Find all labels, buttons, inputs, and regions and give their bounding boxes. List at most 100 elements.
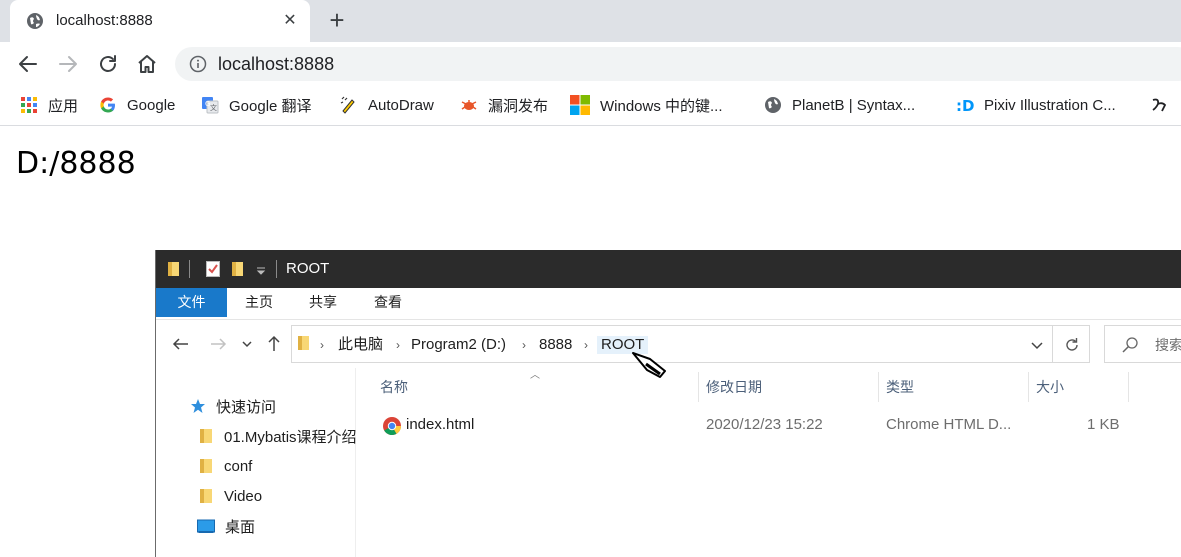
customize-toolbar-icon[interactable] <box>256 267 266 275</box>
forward-arrow-icon <box>59 56 77 72</box>
bookmark-vuln-release[interactable]: 漏洞发布 <box>460 94 548 116</box>
close-tab-icon[interactable]: ✕ <box>280 11 300 31</box>
column-divider[interactable] <box>878 372 879 402</box>
svg-text::D: :D <box>956 97 974 114</box>
bug-icon <box>461 100 477 110</box>
browser-tab[interactable]: localhost:8888 ✕ <box>10 0 310 42</box>
file-size: 1 KB <box>1087 416 1120 433</box>
bookmark-label: Windows 中的键... <box>600 97 723 115</box>
google-translate-icon: G 文 <box>202 97 219 114</box>
explorer-search-box[interactable]: 搜索 <box>1104 325 1181 363</box>
bookmark-label: 漏洞发布 <box>488 97 549 115</box>
file-type: Chrome HTML D... <box>886 416 1012 433</box>
tab-title: localhost:8888 <box>56 12 153 29</box>
breadcrumb-8888[interactable]: 8888 <box>539 336 572 354</box>
ribbon-tab-home[interactable]: 主页 <box>230 288 288 317</box>
properties-icon[interactable] <box>206 261 220 277</box>
forward-arrow-icon[interactable] <box>208 334 228 354</box>
pixiv-icon: :D <box>956 97 974 114</box>
column-header-size[interactable]: 大小 <box>1036 378 1064 396</box>
column-divider[interactable] <box>1128 372 1129 402</box>
refresh-button[interactable] <box>1052 325 1090 363</box>
browser-toolbar: localhost:8888 <box>0 42 1181 86</box>
bookmark-label: Google <box>127 96 176 114</box>
explorer-title-bar: ROOT <box>156 250 1181 288</box>
nav-item-label: conf <box>224 457 253 475</box>
bookmark-label: 应用 <box>48 97 79 115</box>
recent-locations-icon[interactable] <box>240 334 254 354</box>
breadcrumb-this-pc[interactable]: 此电脑 <box>338 336 383 354</box>
column-header-modified[interactable]: 修改日期 <box>706 378 762 396</box>
column-header-name[interactable]: 名称 <box>380 378 408 396</box>
back-arrow-icon[interactable] <box>171 334 191 354</box>
chevron-right-icon[interactable]: › <box>396 336 400 354</box>
home-icon <box>138 55 156 73</box>
reload-button[interactable] <box>96 52 120 76</box>
folder-icon <box>200 429 212 443</box>
chevron-right-icon[interactable]: › <box>320 336 324 354</box>
bookmark-apps[interactable]: 应用 <box>20 94 78 116</box>
ribbon-tab-share[interactable]: 共享 <box>294 288 352 317</box>
nav-item-label: 快速访问 <box>216 398 277 416</box>
bookmark-autodraw[interactable]: AutoDraw <box>340 94 434 116</box>
file-explorer-window: ROOT 文件 主页 共享 查看 › 此电脑 › Program2 (D:) ›… <box>155 250 1181 557</box>
nav-item-quick-access[interactable]: 快速访问 <box>190 395 276 417</box>
apps-grid-icon <box>21 97 37 113</box>
info-icon[interactable] <box>189 55 207 73</box>
search-icon <box>1122 337 1138 353</box>
bookmark-overflow[interactable] <box>1150 94 1178 116</box>
new-folder-icon[interactable] <box>232 261 244 277</box>
search-placeholder: 搜索 <box>1155 337 1181 353</box>
chevron-down-icon[interactable] <box>1030 338 1044 352</box>
bookmark-google-translate[interactable]: G 文 Google 翻译 <box>201 94 312 116</box>
svg-text:文: 文 <box>210 103 217 112</box>
forward-button[interactable] <box>56 52 80 76</box>
bookmark-google[interactable]: Google <box>99 94 175 116</box>
nav-item-label: 桌面 <box>225 518 256 536</box>
star-icon <box>191 399 205 413</box>
address-text: localhost:8888 <box>218 54 335 74</box>
chevron-right-icon[interactable]: › <box>584 336 588 354</box>
refresh-icon <box>1066 338 1078 351</box>
nav-item-conf[interactable]: conf <box>200 455 252 477</box>
up-arrow-icon[interactable] <box>264 334 284 354</box>
home-button[interactable] <box>135 52 159 76</box>
bookmark-label: Google 翻译 <box>229 97 312 115</box>
globe-icon <box>27 13 43 29</box>
nav-item-mybatis[interactable]: 01.Mybatis课程介绍 <box>200 425 357 447</box>
chrome-icon <box>383 417 401 436</box>
separator <box>189 260 190 278</box>
column-header-type[interactable]: 类型 <box>886 378 914 396</box>
mouse-cursor-icon <box>632 352 666 378</box>
desktop-icon <box>197 519 215 533</box>
nav-item-label: Video <box>224 487 263 505</box>
column-divider[interactable] <box>1028 372 1029 402</box>
nav-item-video[interactable]: Video <box>200 485 262 507</box>
back-button[interactable] <box>16 52 40 76</box>
column-divider[interactable] <box>698 372 699 402</box>
file-list: ︿ 名称 修改日期 类型 大小 index.html 2020/12/23 15… <box>356 368 1181 557</box>
file-modified: 2020/12/23 15:22 <box>706 416 823 433</box>
folder-icon <box>298 336 309 350</box>
new-tab-button[interactable]: + <box>325 7 349 33</box>
file-name: index.html <box>406 416 475 433</box>
ribbon-tab-file[interactable]: 文件 <box>156 288 227 317</box>
bookmark-planetb[interactable]: PlanetB | Syntax... <box>764 94 915 116</box>
bookmark-pixiv[interactable]: :D Pixiv Illustration C... <box>956 94 1116 116</box>
explorer-address-bar[interactable]: › 此电脑 › Program2 (D:) › 8888 › ROOT <box>291 325 1053 363</box>
file-row[interactable]: index.html 2020/12/23 15:22 Chrome HTML … <box>376 412 1176 438</box>
bookmark-label: AutoDraw <box>368 96 434 114</box>
nav-item-desktop[interactable]: 桌面 <box>197 515 255 537</box>
google-icon <box>100 97 115 113</box>
breadcrumb-drive[interactable]: Program2 (D:) <box>411 336 506 354</box>
autodraw-icon <box>340 96 355 114</box>
bookmark-windows-keys[interactable]: Windows 中的键... <box>570 94 723 116</box>
ribbon-tabs: 文件 主页 共享 查看 <box>156 288 1181 320</box>
bookmark-label: Pixiv Illustration C... <box>984 96 1116 114</box>
separator <box>276 260 277 278</box>
bookmarks-bar: 应用 Google G 文 Google 翻译 AutoDraw 漏洞发布 Wi… <box>0 86 1181 126</box>
address-bar[interactable]: localhost:8888 <box>175 47 1181 81</box>
reload-icon <box>100 55 116 72</box>
chevron-right-icon[interactable]: › <box>522 336 526 354</box>
ribbon-tab-view[interactable]: 查看 <box>359 288 417 317</box>
